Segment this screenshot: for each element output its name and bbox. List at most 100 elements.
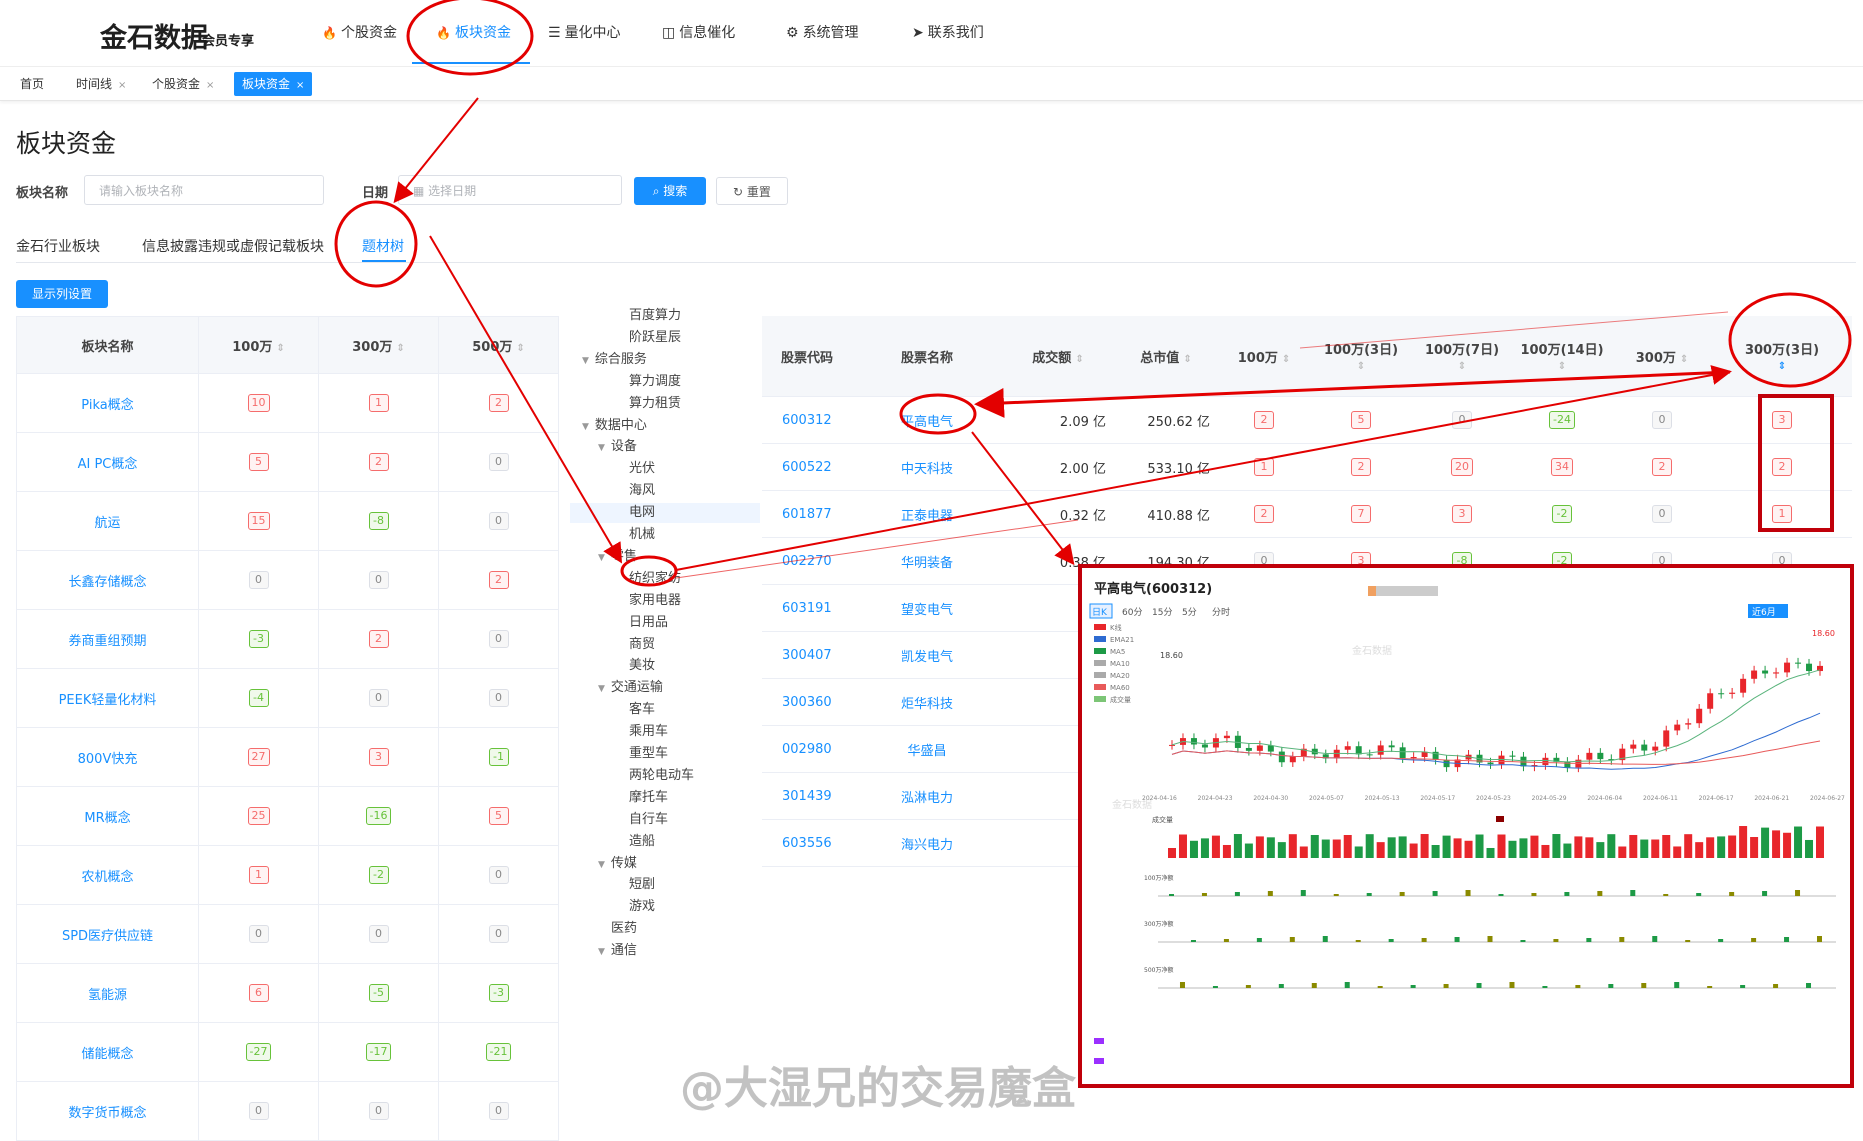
table-row[interactable]: 储能概念 -27 -17 -21 <box>16 1022 559 1082</box>
tree-node[interactable]: 医药 <box>598 919 637 939</box>
tree-node[interactable]: 百度算力 <box>616 306 681 326</box>
stock-name-cell[interactable]: 正泰电器 <box>852 490 1002 538</box>
table-row[interactable]: Pika概念 10 1 2 <box>16 373 559 433</box>
sector-link[interactable]: AI PC概念 <box>78 457 138 472</box>
stock-name-cell[interactable]: 凯发电气 <box>852 631 1002 679</box>
nav-contact[interactable]: ➤ 联系我们 <box>912 22 984 42</box>
tree-node[interactable]: ▼ 传媒 <box>598 854 637 874</box>
sector-link[interactable]: MR概念 <box>84 811 130 826</box>
chevron-down-icon[interactable]: ▼ <box>598 947 605 957</box>
stock-name-cell[interactable]: 泓淋电力 <box>852 772 1002 820</box>
stock-code-cell[interactable]: 301439 <box>762 772 852 820</box>
table-row[interactable]: 数字货币概念 0 0 0 <box>16 1081 559 1141</box>
tree-node[interactable]: 算力租赁 <box>616 394 681 414</box>
table-row[interactable]: 券商重组预期 -3 2 0 <box>16 609 559 669</box>
sort-icon[interactable]: ⇕ <box>1282 354 1290 365</box>
sort-icon[interactable]: ⇕ <box>1183 354 1191 365</box>
chevron-down-icon[interactable]: ▼ <box>598 860 605 870</box>
sector-name-cell[interactable]: 800V快充 <box>16 727 199 787</box>
sort-icon[interactable]: ⇕ <box>1075 354 1083 365</box>
sort-icon[interactable]: ⇕ <box>276 343 284 354</box>
sort-icon[interactable]: ⇕ <box>396 343 404 354</box>
tree-node[interactable]: 日用品 <box>616 613 668 633</box>
tag-timeline[interactable]: 时间线 × <box>68 72 134 96</box>
tree-node[interactable]: 两轮电动车 <box>616 766 694 786</box>
sector-link[interactable]: PEEK轻量化材料 <box>59 693 157 708</box>
stock-name-cell[interactable]: 海兴电力 <box>852 819 1002 867</box>
col-header-500w[interactable]: 500万 ⇕ <box>438 316 559 374</box>
sector-link[interactable]: 长鑫存储概念 <box>68 575 146 590</box>
stock-code-cell[interactable]: 002980 <box>762 725 852 773</box>
stock-name-cell[interactable]: 中天科技 <box>852 443 1002 491</box>
sector-link[interactable]: 农机概念 <box>81 870 133 885</box>
tab-disclosure-violation[interactable]: 信息披露违规或虚假记载板块 <box>142 236 324 256</box>
stock-name-cell[interactable]: 平高电气 <box>852 396 1002 444</box>
table-row[interactable]: 农机概念 1 -2 0 <box>16 845 559 905</box>
tree-node[interactable]: ▼ 交通运输 <box>598 678 663 698</box>
tree-node[interactable]: 自行车 <box>616 810 668 830</box>
table-row[interactable]: 航运 15 -8 0 <box>16 491 559 551</box>
col-header[interactable]: 100万(14日) ⇕ <box>1512 316 1612 397</box>
sector-link[interactable]: 券商重组预期 <box>68 634 146 649</box>
table-row[interactable]: 601877 正泰电器 0.32 亿 410.88 亿 2 7 3 -2 0 1 <box>762 490 1852 538</box>
sort-icon[interactable]: ⇕ <box>1357 361 1365 372</box>
tree-node[interactable]: 电网 <box>570 503 760 524</box>
nav-system-admin[interactable]: ⚙ 系统管理 <box>786 22 859 42</box>
table-row[interactable]: 长鑫存储概念 0 0 2 <box>16 550 559 610</box>
tree-node[interactable]: ▼ 零售 <box>598 547 637 567</box>
tree-node[interactable]: 造船 <box>616 832 655 852</box>
sector-name-cell[interactable]: 农机概念 <box>16 845 199 905</box>
stock-code-cell[interactable]: 002270 <box>762 537 852 585</box>
sector-link[interactable]: 数字货币概念 <box>68 1106 146 1121</box>
close-icon[interactable]: × <box>118 80 126 91</box>
stock-name-cell[interactable]: 华明装备 <box>852 537 1002 585</box>
date-picker[interactable]: ▦ 选择日期 <box>398 175 622 205</box>
stock-name-cell[interactable]: 炬华科技 <box>852 678 1002 726</box>
col-header[interactable]: 成交额 ⇕ <box>1002 316 1114 397</box>
tree-node[interactable]: 纺织家纺 <box>616 569 681 589</box>
col-header[interactable]: 100万 ⇕ <box>1218 316 1310 397</box>
stock-code-cell[interactable]: 300360 <box>762 678 852 726</box>
chevron-down-icon[interactable]: ▼ <box>598 553 605 563</box>
table-row[interactable]: 600312 平高电气 2.09 亿 250.62 亿 2 5 0 -24 0 3 <box>762 396 1852 444</box>
tag-home[interactable]: 首页 <box>12 72 52 96</box>
nav-quant-center[interactable]: ☰ 量化中心 <box>548 22 621 42</box>
col-header-300w[interactable]: 300万 ⇕ <box>318 316 439 374</box>
sector-link[interactable]: Pika概念 <box>81 398 133 413</box>
tree-node[interactable]: 美妆 <box>616 656 655 676</box>
sector-link[interactable]: 航运 <box>94 516 120 531</box>
tag-sector-funds[interactable]: 板块资金 × <box>234 72 313 96</box>
search-button[interactable]: ⌕ 搜索 <box>634 177 706 205</box>
sort-icon[interactable]: ⇕ <box>1680 354 1688 365</box>
stock-code-cell[interactable]: 601877 <box>762 490 852 538</box>
tree-node[interactable]: 阶跃星辰 <box>616 328 681 348</box>
close-icon[interactable]: × <box>296 80 304 91</box>
stock-name-cell[interactable]: 望变电气 <box>852 584 1002 632</box>
sort-icon[interactable]: ⇕ <box>1778 361 1786 372</box>
sector-name-cell[interactable]: 券商重组预期 <box>16 609 199 669</box>
chevron-down-icon[interactable]: ▼ <box>582 422 589 432</box>
sector-name-cell[interactable]: Pika概念 <box>16 373 199 433</box>
stock-code-cell[interactable]: 600312 <box>762 396 852 444</box>
tree-node[interactable]: 家用电器 <box>616 591 681 611</box>
sector-link[interactable]: SPD医疗供应链 <box>62 929 153 944</box>
sector-link[interactable]: 800V快充 <box>78 752 138 767</box>
tree-node[interactable]: ▼ 数据中心 <box>582 416 647 436</box>
table-row[interactable]: AI PC概念 5 2 0 <box>16 432 559 492</box>
tree-node[interactable]: 短剧 <box>616 875 655 895</box>
sector-name-cell[interactable]: 氢能源 <box>16 963 199 1023</box>
table-row[interactable]: SPD医疗供应链 0 0 0 <box>16 904 559 964</box>
nav-stock-funds[interactable]: 🔥 个股资金 <box>322 22 397 42</box>
sector-name-cell[interactable]: SPD医疗供应链 <box>16 904 199 964</box>
stock-code-cell[interactable]: 300407 <box>762 631 852 679</box>
table-row[interactable]: 氢能源 6 -5 -3 <box>16 963 559 1023</box>
tree-node[interactable]: 摩托车 <box>616 788 668 808</box>
tree-node[interactable]: 商贸 <box>616 635 655 655</box>
tab-jinshi-industry[interactable]: 金石行业板块 <box>16 236 100 256</box>
tree-node[interactable]: ▼ 综合服务 <box>582 350 647 370</box>
sector-name-cell[interactable]: 长鑫存储概念 <box>16 550 199 610</box>
column-settings-button[interactable]: 显示列设置 <box>16 280 108 308</box>
sector-name-cell[interactable]: AI PC概念 <box>16 432 199 492</box>
tree-node[interactable]: 游戏 <box>616 897 655 917</box>
sector-name-cell[interactable]: 航运 <box>16 491 199 551</box>
